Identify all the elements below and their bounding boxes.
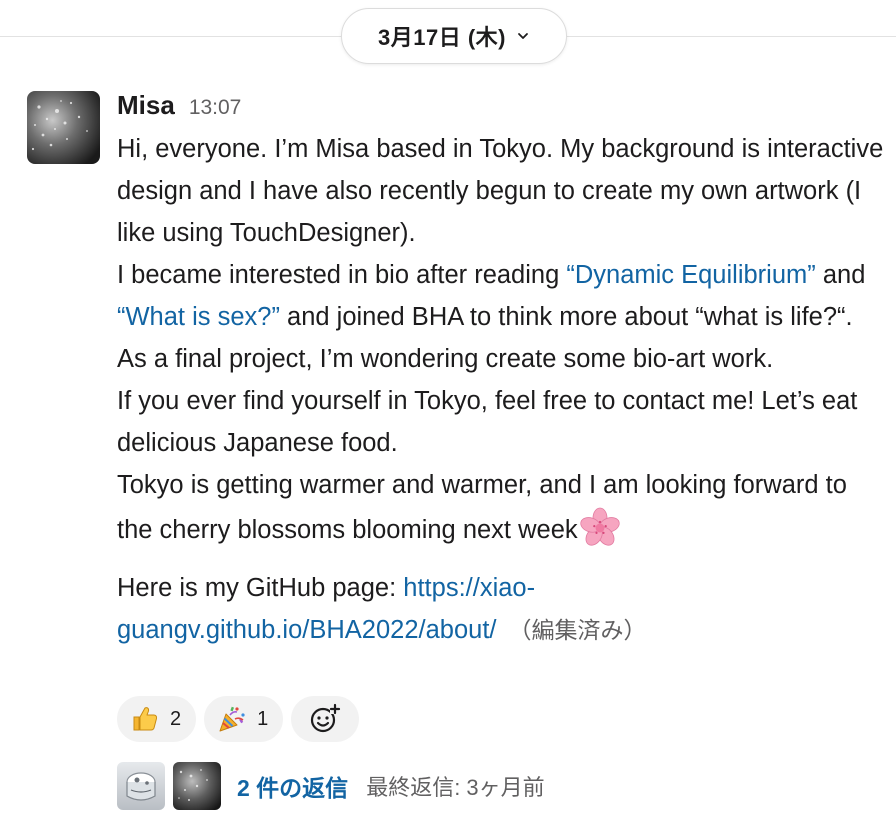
date-divider-button[interactable]: 3月17日 (木): [341, 8, 567, 64]
user-avatar-icon: [117, 762, 165, 810]
reaction-thumbs-up[interactable]: 2: [117, 696, 197, 742]
reaction-count: 2: [170, 707, 182, 730]
add-reaction-icon: [311, 703, 341, 733]
message-timestamp[interactable]: 13:07: [189, 96, 242, 120]
message-text-line: Here is my GitHub page:: [117, 574, 404, 602]
add-reaction-button[interactable]: [291, 696, 360, 742]
reply-count-link[interactable]: 2 件の返信: [237, 769, 348, 803]
thread-summary[interactable]: 2 件の返信 最終返信: 3ヶ月前: [117, 762, 545, 810]
message-paragraph: Hi, everyone. I’m Misa based in Tokyo. M…: [117, 128, 887, 551]
dynamic-equilibrium-link[interactable]: “Dynamic Equilibrium”: [566, 261, 815, 289]
message-text-line: As a final project, I’m wondering create…: [117, 345, 774, 373]
reaction-party-popper[interactable]: 1: [204, 696, 284, 742]
reactions-bar: 2 1: [117, 696, 360, 742]
last-reply-time: 最終返信: 3ヶ月前: [366, 775, 545, 800]
message-text-line: I became interested in bio after reading: [117, 261, 567, 289]
what-is-sex-link[interactable]: “What is sex?”: [117, 303, 280, 331]
sender-name[interactable]: Misa: [117, 90, 175, 121]
message-text-line: and joined BHA to think more about “what…: [279, 303, 853, 331]
message-text-line: and: [822, 261, 866, 289]
message-text-line: If you ever find yourself in Tokyo, feel…: [117, 387, 858, 457]
message-text-line: Tokyo is getting warmer and warmer, and …: [117, 471, 847, 544]
user-avatar-icon: [173, 762, 221, 810]
message-paragraph: Here is my GitHub page: https://xiao-gua…: [117, 567, 887, 651]
chevron-down-icon: [518, 33, 528, 39]
thumbs-up-emoji: [133, 707, 158, 731]
date-label: 3月17日 (木): [378, 25, 506, 50]
reply-avatar: [117, 762, 165, 810]
sender-avatar[interactable]: [27, 91, 100, 164]
edited-label: （編集済み）: [508, 617, 647, 643]
message-text-line: Hi, everyone. I’m Misa based in Tokyo. M…: [117, 135, 884, 247]
reply-avatar: [173, 762, 221, 810]
message-header: Misa 13:07: [117, 90, 241, 124]
party-popper-emoji: [219, 706, 245, 732]
reaction-count: 1: [257, 707, 269, 730]
cherry-blossom-emoji: [579, 507, 620, 546]
user-avatar-icon: [27, 91, 100, 164]
message-body: Hi, everyone. I’m Misa based in Tokyo. M…: [117, 128, 887, 651]
